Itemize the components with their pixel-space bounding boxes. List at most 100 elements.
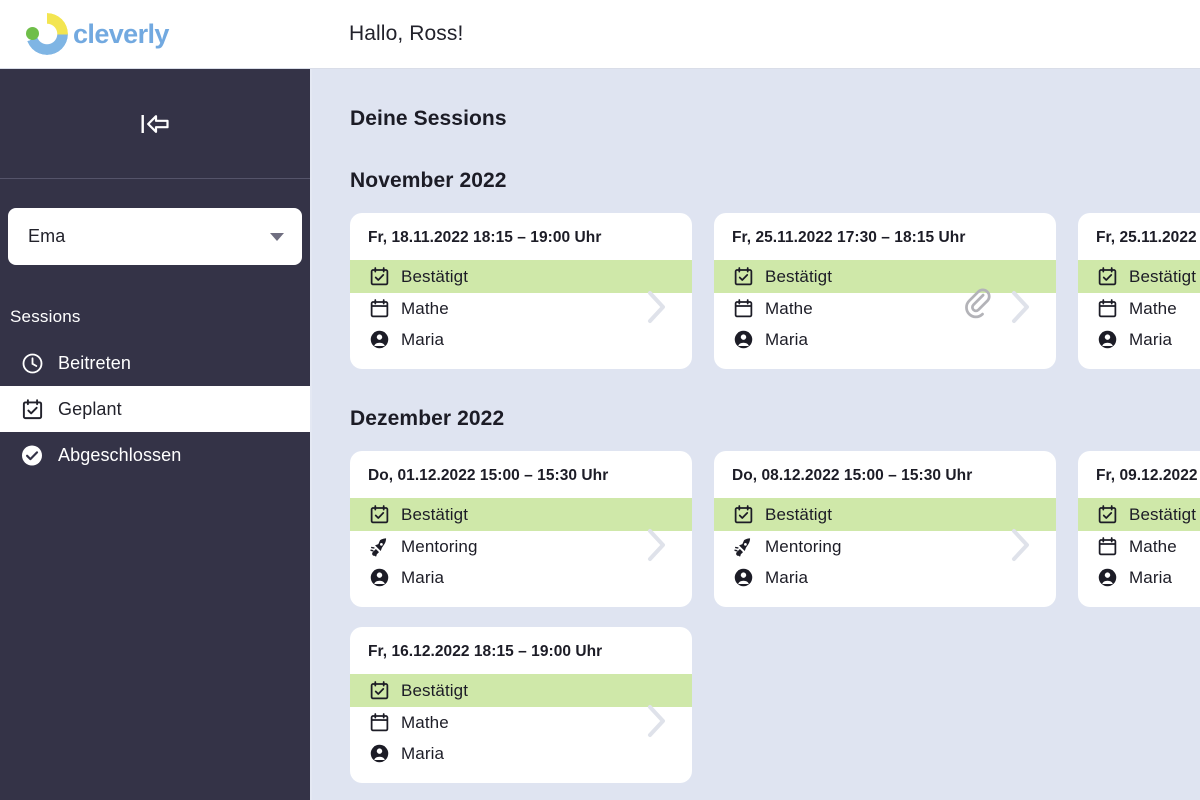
calendar-check-icon xyxy=(732,504,754,526)
session-card[interactable]: Do, 01.12.2022 15:00 – 15:30 Uhr Bestäti… xyxy=(350,451,692,607)
session-status-label: Bestätigt xyxy=(401,504,469,524)
sidebar-item-beitreten[interactable]: Beitreten xyxy=(0,340,310,386)
session-card[interactable]: Fr, 16.12.2022 18:15 – 19:00 Uhr Bestäti… xyxy=(350,627,692,783)
logo-dot-icon xyxy=(26,27,39,40)
person-icon xyxy=(368,567,390,589)
sidebar-item-label: Beitreten xyxy=(58,352,131,373)
session-date: Fr, 16.12.2022 18:15 – 19:00 Uhr xyxy=(368,643,603,660)
session-tutor-label: Maria xyxy=(1129,329,1173,349)
session-tutor: Maria xyxy=(714,324,1056,355)
session-date: Fr, 09.12.2022 15:00 – 15:30 Uhr xyxy=(1096,467,1200,484)
session-date: Fr, 25.11.2022 17:30 – 18:15 Uhr xyxy=(732,229,966,246)
session-card[interactable]: Fr, 25.11.2022 17:30 – 18:15 Uhr Bestäti… xyxy=(714,213,1056,369)
session-tutor: Maria xyxy=(350,738,692,769)
calendar-icon xyxy=(368,712,390,734)
person-icon xyxy=(732,329,754,351)
session-tutor-label: Maria xyxy=(765,567,809,587)
check-circle-icon xyxy=(20,443,44,467)
session-subject: Mathe xyxy=(1078,293,1200,324)
session-status-label: Bestätigt xyxy=(1129,504,1197,524)
chevron-down-icon xyxy=(270,232,284,241)
calendar-check-icon xyxy=(368,680,390,702)
session-card[interactable]: Fr, 25.11.2022 18:15 – 19:00 Uhr Bestäti… xyxy=(1078,213,1200,369)
session-card[interactable]: Fr, 18.11.2022 18:15 – 19:00 Uhr Bestäti… xyxy=(350,213,692,369)
person-icon xyxy=(1096,329,1118,351)
calendar-check-icon xyxy=(368,266,390,288)
brand-wordmark: cleverly xyxy=(73,18,169,49)
session-tutor-label: Maria xyxy=(401,567,445,587)
sidebar-item-abgeschlossen[interactable]: Abgeschlossen xyxy=(0,432,310,478)
session-subject: Mathe xyxy=(350,707,692,738)
session-status: Bestätigt xyxy=(1078,260,1200,293)
session-status: Bestätigt xyxy=(714,498,1056,531)
session-row-november: Fr, 18.11.2022 18:15 – 19:00 Uhr Bestäti… xyxy=(350,213,1200,369)
session-tutor: Maria xyxy=(1078,562,1200,593)
brand-logo[interactable]: cleverly xyxy=(0,0,312,69)
session-tutor: Maria xyxy=(1078,324,1200,355)
session-subject-label: Mentoring xyxy=(765,536,842,556)
calendar-icon xyxy=(1096,298,1118,320)
calendar-icon xyxy=(1096,536,1118,558)
collapse-left-icon xyxy=(141,114,169,133)
person-icon xyxy=(732,567,754,589)
session-subject: Mathe xyxy=(1078,531,1200,562)
session-subject: Mentoring xyxy=(714,531,1056,562)
sidebar-section-title: Sessions xyxy=(10,307,81,326)
session-status: Bestätigt xyxy=(714,260,1056,293)
calendar-icon xyxy=(368,298,390,320)
person-icon xyxy=(1096,567,1118,589)
session-tutor: Maria xyxy=(714,562,1056,593)
session-subject-label: Mathe xyxy=(765,298,813,318)
session-subject: Mathe xyxy=(714,293,1056,324)
page-title: Deine Sessions xyxy=(350,107,507,130)
session-date: Do, 08.12.2022 15:00 – 15:30 Uhr xyxy=(732,467,973,484)
session-tutor-label: Maria xyxy=(401,329,445,349)
clock-icon xyxy=(20,351,44,375)
calendar-check-icon xyxy=(368,504,390,526)
student-select-wrap: Ema xyxy=(0,179,310,265)
session-date: Fr, 25.11.2022 18:15 – 19:00 Uhr xyxy=(1096,229,1200,246)
session-date: Do, 01.12.2022 15:00 – 15:30 Uhr xyxy=(368,467,609,484)
session-subject-label: Mathe xyxy=(1129,536,1177,556)
session-card[interactable]: Fr, 09.12.2022 15:00 – 15:30 Uhr Bestäti… xyxy=(1078,451,1200,607)
session-date: Fr, 18.11.2022 18:15 – 19:00 Uhr xyxy=(368,229,602,246)
app-root: cleverly Hallo, Ross! Ema Sessions Beitr… xyxy=(0,0,1200,800)
calendar-check-icon xyxy=(20,397,44,421)
greeting-text: Hallo, Ross! xyxy=(349,22,464,45)
cleverly-logo-icon xyxy=(26,13,68,55)
session-subject-label: Mathe xyxy=(1129,298,1177,318)
session-status: Bestätigt xyxy=(350,260,692,293)
session-status-label: Bestätigt xyxy=(1129,266,1197,286)
rocket-icon xyxy=(732,536,754,558)
calendar-check-icon xyxy=(732,266,754,288)
session-subject-label: Mathe xyxy=(401,712,449,732)
sidebar-item-label: Abgeschlossen xyxy=(58,444,182,465)
calendar-icon xyxy=(732,298,754,320)
session-status-label: Bestätigt xyxy=(765,266,833,286)
session-status: Bestätigt xyxy=(1078,498,1200,531)
student-select-value: Ema xyxy=(28,226,66,246)
main-content: Deine Sessions November 2022 Fr, 18.11.2… xyxy=(314,69,1200,800)
rocket-icon xyxy=(368,536,390,558)
sidebar-collapse-row xyxy=(0,69,310,179)
collapse-sidebar-button[interactable] xyxy=(135,107,175,141)
session-subject: Mentoring xyxy=(350,531,692,562)
person-icon xyxy=(368,743,390,765)
student-select[interactable]: Ema xyxy=(8,208,302,265)
top-bar: cleverly Hallo, Ross! xyxy=(0,0,1200,69)
sidebar-item-label: Geplant xyxy=(58,398,122,419)
session-status-label: Bestätigt xyxy=(401,266,469,286)
session-card[interactable]: Do, 08.12.2022 15:00 – 15:30 Uhr Bestäti… xyxy=(714,451,1056,607)
session-status-label: Bestätigt xyxy=(401,680,469,700)
session-row-dezember-1: Do, 01.12.2022 15:00 – 15:30 Uhr Bestäti… xyxy=(350,451,1200,607)
sidebar-item-geplant[interactable]: Geplant xyxy=(0,386,310,432)
session-tutor-label: Maria xyxy=(401,743,445,763)
calendar-check-icon xyxy=(1096,504,1118,526)
session-subject-label: Mentoring xyxy=(401,536,478,556)
sidebar-nav: Beitreten Geplant Abgeschlossen xyxy=(0,340,310,478)
calendar-check-icon xyxy=(1096,266,1118,288)
person-icon xyxy=(368,329,390,351)
session-row-dezember-2: Fr, 16.12.2022 18:15 – 19:00 Uhr Bestäti… xyxy=(350,627,1200,783)
month-heading-november: November 2022 xyxy=(350,169,507,192)
session-tutor: Maria xyxy=(350,324,692,355)
